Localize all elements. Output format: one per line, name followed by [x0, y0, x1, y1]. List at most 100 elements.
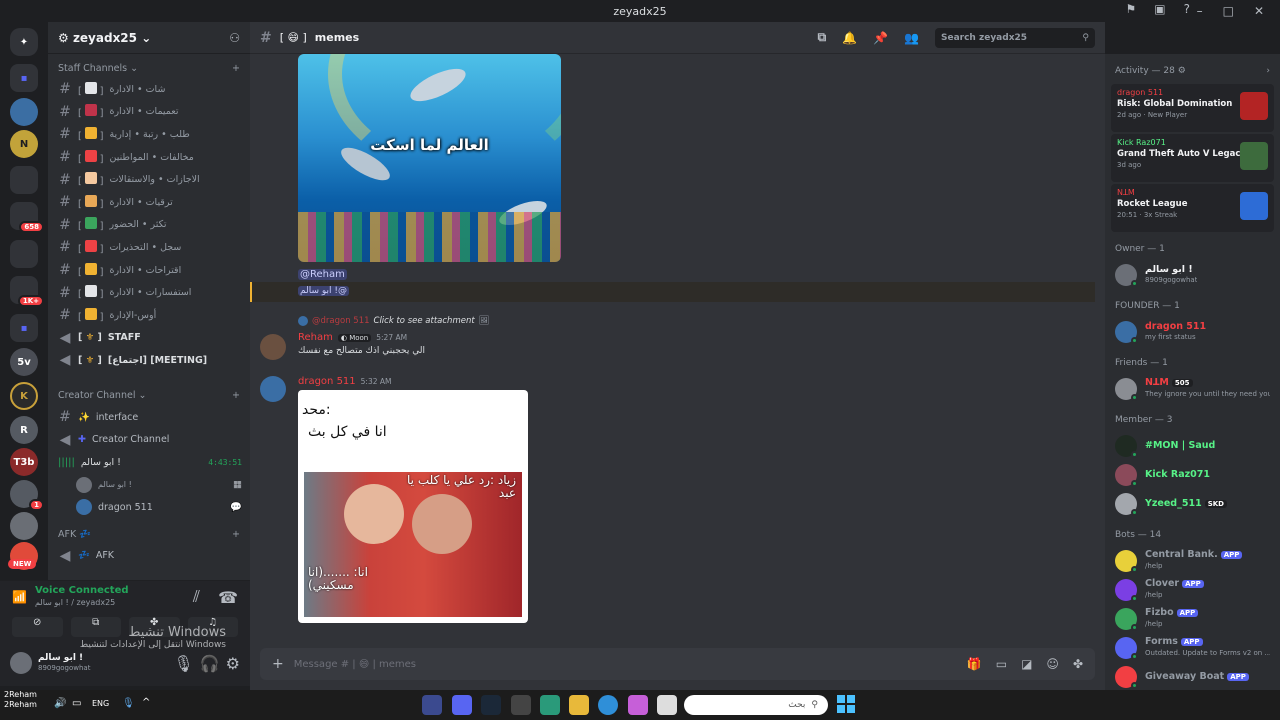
add-channel-icon[interactable]: + — [232, 529, 240, 540]
channel-item[interactable]: # [ ] الاجازات • والاستقالات — [48, 168, 250, 191]
channel-item[interactable]: # [ ] تعميمات • الادارة — [48, 101, 250, 124]
category-afk[interactable]: AFK 💤 + — [48, 525, 250, 545]
sticker-icon[interactable]: ◪ — [1021, 657, 1032, 671]
activity-card[interactable]: Kick Raz071 Grand Theft Auto V Legacy 3d… — [1111, 134, 1274, 182]
server-header[interactable]: ⚙ zeyadx25 ⌄ ⚇ — [48, 22, 250, 54]
maximize-button[interactable]: □ — [1223, 4, 1234, 18]
channel-item[interactable]: # [ ] استفسارات • الادارة — [48, 281, 250, 304]
channel-item[interactable]: # [ ] اقتراحات • الادارة — [48, 259, 250, 282]
avatar[interactable] — [260, 376, 286, 402]
app-icon[interactable] — [511, 695, 531, 715]
camera-off-button[interactable]: ⊘ — [12, 617, 63, 637]
bell-icon[interactable]: 🔔 — [842, 31, 857, 45]
voice-user[interactable]: dragon 511 💬 — [48, 496, 250, 519]
discord-home-icon[interactable]: ✦ — [10, 28, 38, 56]
server-folder-icon[interactable]: 658 — [10, 202, 44, 233]
screen-icon[interactable]: ▣ — [1154, 2, 1165, 16]
image-attachment[interactable]: العالم لما اسكت — [298, 54, 561, 262]
folder-icon[interactable]: ▪ — [10, 314, 38, 342]
copilot-icon[interactable] — [628, 695, 648, 715]
settings-gear-icon[interactable]: ⚙ — [226, 654, 240, 673]
category-staff[interactable]: Staff Channels ⌄ + — [48, 58, 250, 78]
display-icon[interactable]: ▭ — [72, 698, 81, 709]
voice-user[interactable]: ابو سالم ! ▦ — [48, 474, 250, 497]
chevron-up-icon[interactable]: ^ — [142, 697, 150, 708]
avatar[interactable] — [10, 652, 32, 674]
app-icon[interactable] — [422, 695, 442, 715]
server-icon[interactable]: R — [10, 416, 38, 444]
chevron-right-icon[interactable]: › — [1266, 66, 1270, 76]
add-attachment-icon[interactable]: + — [272, 656, 284, 672]
channel-afk[interactable]: ◀ 💤 AFK — [48, 545, 250, 568]
channel-item[interactable]: # [ ] تكثر • الحضور — [48, 214, 250, 237]
emoji-icon[interactable]: ☺ — [1046, 657, 1059, 671]
steam-icon[interactable] — [481, 695, 501, 715]
member-item[interactable]: Clover APP/help — [1105, 575, 1280, 604]
threads-icon[interactable]: ⧉ — [818, 30, 827, 45]
voice-channel-staff[interactable]: ◀ [ ⚜ ] STAFF — [48, 327, 250, 350]
search-input[interactable]: Search zeyadx25 ⚲ — [935, 27, 1095, 48]
reply-mention[interactable]: ابو سالم !@ — [298, 286, 349, 296]
add-member-icon[interactable]: ⚇ — [229, 31, 240, 45]
channel-item[interactable]: # [ ] أوس-الإدارة — [48, 304, 250, 327]
member-item[interactable]: ابو سالم ! 8909gogowhat — [1105, 260, 1280, 289]
message-composer[interactable]: + Message # | 😄 | memes 🎁 ▭ ◪ ☺ ✤ — [260, 648, 1095, 680]
language-indicator[interactable]: ENG — [92, 699, 109, 708]
add-channel-icon[interactable]: + — [232, 390, 240, 401]
speaker-icon[interactable]: 🔊 — [54, 698, 66, 709]
headphones-icon[interactable]: 🎧 — [200, 654, 220, 673]
member-item[interactable]: #MON | Saud — [1105, 431, 1280, 460]
member-list-icon[interactable]: 👥 — [904, 31, 919, 45]
server-icon[interactable]: 1 — [10, 480, 44, 511]
channel-interface[interactable]: # ✨ interface — [48, 406, 250, 429]
file-explorer-icon[interactable] — [569, 695, 589, 715]
message-author[interactable]: dragon 511 — [298, 376, 356, 387]
server-icon[interactable]: K — [10, 382, 38, 410]
activity-card[interactable]: ꓠꓕꓟ Rocket League 20:51 · 3x Streak — [1111, 184, 1274, 232]
channel-item[interactable]: # [ ] ترقيات • الادارة — [48, 191, 250, 214]
channel-item[interactable]: # [ ] مخالفات • المواطنين — [48, 146, 250, 169]
channel-item[interactable]: # [ ] سجل • التحذيرات — [48, 236, 250, 259]
meme-image-attachment[interactable]: محد: انا في كل بث زياد :رد علي يا كلب يا… — [298, 390, 528, 623]
gift-icon[interactable]: 🎁 — [967, 657, 982, 671]
server-icon[interactable]: T3b — [10, 448, 38, 476]
minimize-button[interactable]: – — [1197, 4, 1203, 18]
mic-icon[interactable]: 🎙 — [173, 654, 193, 673]
server-icon[interactable]: N — [10, 130, 38, 158]
mic-icon[interactable]: 🎙 — [122, 698, 135, 709]
apps-icon[interactable]: ✤ — [1073, 657, 1083, 671]
avatar[interactable] — [260, 334, 286, 360]
channel-item[interactable]: # [ ] طلب • رتبة • إدارية — [48, 123, 250, 146]
member-item[interactable]: dragon 511 my first status — [1105, 317, 1280, 346]
server-folder-icon[interactable]: 1K+ — [10, 276, 44, 307]
reply-reference[interactable]: @dragon 511 Click to see attachment 🖼 — [298, 316, 489, 326]
mention-tag[interactable]: @Reham — [298, 269, 347, 280]
message-author[interactable]: Reham — [298, 332, 333, 343]
add-channel-icon[interactable]: + — [232, 63, 240, 74]
category-creator[interactable]: Creator Channel ⌄ + — [48, 386, 250, 406]
activity-header[interactable]: Activity — 28 ⚙ › — [1105, 60, 1280, 82]
disconnect-icon[interactable]: ☎ — [218, 588, 238, 607]
edge-icon[interactable] — [598, 695, 618, 715]
discord-icon[interactable] — [452, 695, 472, 715]
gif-icon[interactable]: ▭ — [996, 657, 1007, 671]
pin-icon[interactable]: 📌 — [873, 31, 888, 45]
member-item[interactable]: Giveaway Boat APP — [1105, 662, 1280, 690]
close-button[interactable]: ✕ — [1254, 4, 1264, 18]
member-item[interactable]: Yzeed_511 SKD — [1105, 489, 1280, 518]
activity-card[interactable]: dragon 511 Risk: Global Domination 2d ag… — [1111, 84, 1274, 132]
member-item[interactable]: Central Bank. APP/help — [1105, 546, 1280, 575]
inbox-icon[interactable]: ⚑ — [1126, 2, 1137, 16]
voice-channel-active[interactable]: ||||| ابو سالم ! 4:43:51 — [48, 451, 250, 474]
help-icon[interactable]: ? — [1184, 2, 1190, 16]
member-item[interactable]: Forms APP Outdated. Update to Forms v2 on … — [1105, 633, 1280, 662]
member-item[interactable]: Kick Raz071 — [1105, 460, 1280, 489]
server-folder-icon[interactable] — [10, 240, 38, 268]
member-item[interactable]: ꓠꓕꓟ 505 They ignore you until they need yo… — [1105, 374, 1280, 403]
member-item[interactable]: Fizbo APP/help — [1105, 604, 1280, 633]
windows-start-icon[interactable] — [837, 695, 855, 713]
voice-channel-meeting[interactable]: ◀ [ ⚜ ] [اجتماع] [MEETING] — [48, 349, 250, 372]
taskbar-search[interactable]: بحث ⚲ — [684, 695, 828, 715]
server-icon[interactable]: 5v — [10, 348, 38, 376]
server-folder-icon[interactable] — [10, 166, 38, 194]
